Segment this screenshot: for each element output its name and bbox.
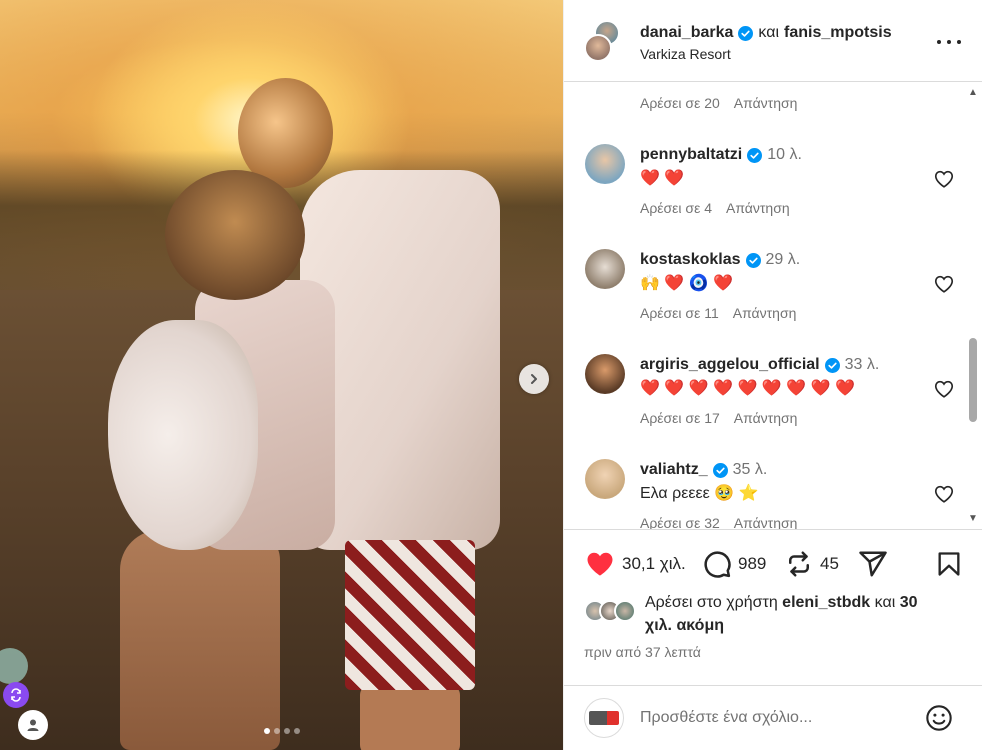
author-conjunction: και (758, 24, 779, 41)
comments-count[interactable]: 989 (738, 554, 766, 574)
comment-item: kostaskoklas 29 λ. 🙌 ❤️ 🧿 ❤️ Αρέσει σε 1… (564, 249, 969, 354)
scroll-down-arrow-icon[interactable]: ▼ (968, 514, 978, 524)
scroll-thumb[interactable] (969, 338, 977, 422)
post-location[interactable]: Varkiza Resort (640, 46, 892, 62)
man-figure-legs (360, 685, 460, 750)
save-button[interactable] (935, 549, 963, 579)
carousel-dot (293, 728, 300, 734)
comment-reply-button[interactable]: Απάντηση (734, 515, 798, 529)
comment-likes-link[interactable]: Αρέσει σε 20 (640, 95, 720, 111)
comment-icon (704, 551, 731, 578)
comment-text: ❤️ ❤️ ❤️ ❤️ ❤️ ❤️ ❤️ ❤️ ❤️ (640, 380, 855, 397)
carousel-dot-active (263, 728, 270, 734)
liked-by-avatars[interactable] (584, 600, 640, 622)
woman-figure-body (108, 320, 258, 550)
post-header: danai_barka και fanis_mpotsis Varkiza Re… (564, 0, 982, 82)
extension-profile-button[interactable] (18, 710, 48, 740)
likes-count[interactable]: 30,1 χιλ. (622, 554, 686, 574)
comment-time[interactable]: 33 λ. (845, 354, 880, 376)
carousel-dot (273, 728, 280, 734)
carousel-indicator (0, 728, 563, 734)
comment-time[interactable]: 29 λ. (766, 249, 801, 271)
comment-time[interactable]: 35 λ. (733, 459, 768, 481)
liked-by-prefix: Αρέσει στο χρήστη (645, 594, 778, 611)
comment-reply-button[interactable]: Απάντηση (726, 200, 790, 216)
man-figure-shorts (345, 540, 475, 690)
more-options-icon (937, 40, 941, 44)
comment-username[interactable]: argiris_aggelou_official (640, 354, 820, 376)
heart-icon[interactable] (933, 273, 955, 295)
avatar[interactable] (614, 600, 636, 622)
avatar[interactable] (584, 698, 624, 738)
comment-item: pennybaltatzi 10 λ. ❤️ ❤️ Αρέσει σε 4 Απ… (564, 144, 969, 249)
avatar[interactable] (585, 144, 625, 184)
comment-input[interactable] (640, 706, 900, 730)
avatar[interactable] (585, 354, 625, 394)
comment-meta: Αρέσει σε 20 Απάντηση (640, 95, 797, 111)
verified-badge-icon (745, 252, 761, 268)
add-comment-bar (564, 685, 982, 750)
comments-scrollbar[interactable]: ▲ ▼ (968, 88, 978, 524)
avatar[interactable] (584, 34, 612, 62)
comment-item: valiahtz_ 35 λ. Ελα ρεεεε 🥹 ⭐ Αρέσει σε … (564, 459, 969, 529)
post-timestamp[interactable]: πριν από 37 λεπτά (584, 644, 701, 660)
woman-figure-hair (165, 170, 305, 300)
post-action-bar: 30,1 χιλ. 989 45 (564, 545, 982, 583)
like-button[interactable]: 30,1 χιλ. (584, 549, 686, 579)
liked-by-text: Αρέσει στο χρήστη eleni_stbdk και 30 χιλ… (645, 591, 945, 637)
avatar[interactable] (585, 249, 625, 289)
verified-badge-icon (712, 462, 728, 478)
carousel-next-button[interactable] (519, 364, 549, 394)
repost-icon (789, 551, 809, 577)
comment-likes-link[interactable]: Αρέσει σε 11 (640, 305, 719, 321)
comment-item: argiris_aggelou_official 33 λ. ❤️ ❤️ ❤️ … (564, 354, 969, 459)
bookmark-icon (938, 552, 960, 576)
chevron-right-icon (531, 374, 537, 384)
heart-icon (587, 552, 613, 576)
comment-button[interactable]: 989 (702, 549, 766, 579)
comment-time[interactable]: 10 λ. (767, 144, 802, 166)
verified-badge-icon (738, 25, 754, 41)
liked-by-conjunction: και (874, 594, 896, 611)
extension-repeat-button[interactable] (3, 682, 29, 708)
verified-badge-icon (824, 357, 840, 373)
scroll-up-arrow-icon[interactable]: ▲ (968, 88, 978, 98)
heart-icon[interactable] (933, 378, 955, 400)
profile-logo (589, 711, 619, 725)
comment-text: ❤️ ❤️ (640, 170, 685, 187)
post-details-panel: danai_barka και fanis_mpotsis Varkiza Re… (563, 0, 982, 750)
comment-likes-link[interactable]: Αρέσει σε 4 (640, 200, 712, 216)
post-photo[interactable] (0, 0, 563, 750)
liked-by-username[interactable]: eleni_stbdk (782, 594, 870, 611)
avatar[interactable] (585, 459, 625, 499)
comment-text: Ελα ρεεεε 🥹 ⭐ (640, 485, 759, 502)
comment-likes-link[interactable]: Αρέσει σε 32 (640, 515, 720, 529)
carousel-dot (283, 728, 290, 734)
share-icon (859, 551, 887, 577)
share-button[interactable] (858, 549, 888, 579)
comment-username[interactable]: kostaskoklas (640, 249, 741, 271)
comment-username[interactable]: pennybaltatzi (640, 144, 742, 166)
coauthor-username[interactable]: fanis_mpotsis (784, 23, 892, 43)
woman-figure-legs (120, 530, 280, 750)
comment-username[interactable]: valiahtz_ (640, 459, 708, 481)
reposts-count[interactable]: 45 (820, 554, 839, 574)
emoji-icon[interactable] (925, 704, 953, 732)
author-avatars[interactable] (584, 20, 620, 64)
heart-icon[interactable] (933, 483, 955, 505)
comment-text: 🙌 ❤️ 🧿 ❤️ (640, 275, 734, 292)
user-icon (27, 719, 39, 731)
repost-button[interactable]: 45 (784, 549, 839, 579)
comments-list[interactable]: Αρέσει σε 20 Απάντηση pennybaltatzi 10 λ… (564, 83, 982, 530)
comment-reply-button[interactable]: Απάντηση (734, 95, 798, 111)
comment-reply-button[interactable]: Απάντηση (733, 305, 797, 321)
verified-badge-icon (747, 147, 763, 163)
author-username[interactable]: danai_barka (640, 23, 733, 43)
repeat-icon (11, 688, 21, 702)
comment-reply-button[interactable]: Απάντηση (734, 410, 798, 426)
more-options-button[interactable] (937, 34, 961, 50)
post-authors: danai_barka και fanis_mpotsis Varkiza Re… (640, 23, 892, 62)
heart-icon[interactable] (933, 168, 955, 190)
comment-likes-link[interactable]: Αρέσει σε 17 (640, 410, 720, 426)
